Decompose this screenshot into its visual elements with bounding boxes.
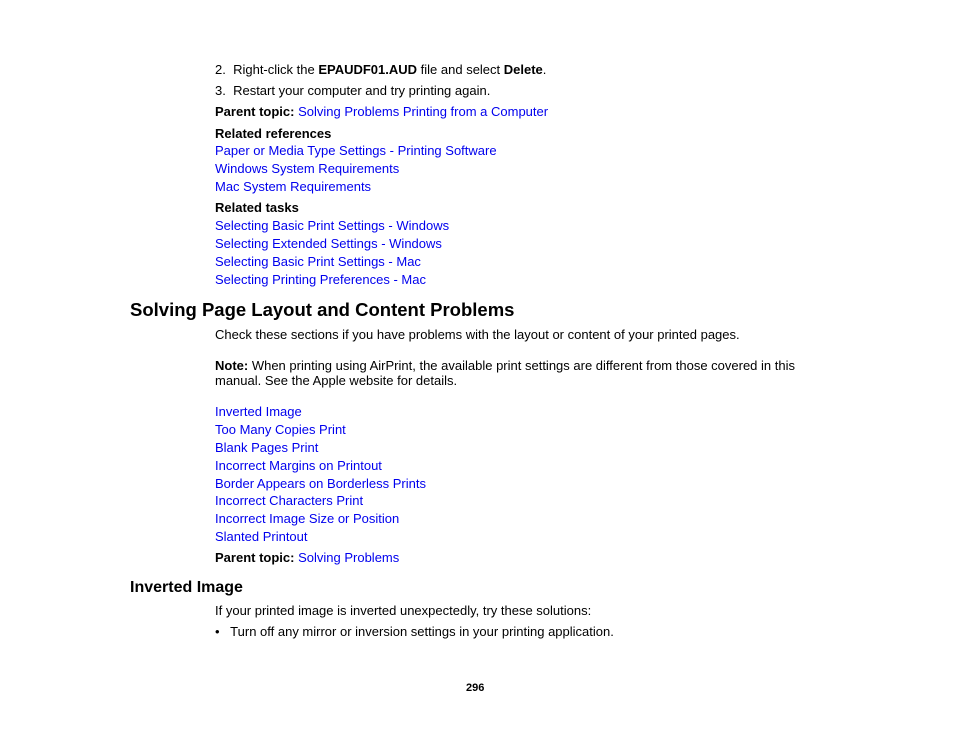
heading-text: Related tasks xyxy=(215,200,299,215)
step-number: 2. xyxy=(215,62,226,77)
related-task-link[interactable]: Selecting Basic Print Settings - Mac xyxy=(215,254,421,270)
subsection-title: Inverted Image xyxy=(130,579,243,596)
related-reference-link[interactable]: Windows System Requirements xyxy=(215,161,399,177)
bullet-icon: • xyxy=(215,624,220,639)
related-task-link[interactable]: Selecting Basic Print Settings - Windows xyxy=(215,218,449,234)
heading-text: Related references xyxy=(215,126,332,141)
note-continued: manual. See the Apple website for detail… xyxy=(215,373,458,388)
section-link-incorrect-image-size[interactable]: Incorrect Image Size or Position xyxy=(215,511,399,527)
bullet-item: • Turn off any mirror or inversion setti… xyxy=(215,624,614,640)
section-link-incorrect-margins[interactable]: Incorrect Margins on Printout xyxy=(215,458,382,474)
parent-topic-2: Parent topic: Solving Problems xyxy=(215,550,399,566)
step-number: 3. xyxy=(215,83,226,98)
related-references-heading: Related references xyxy=(215,126,331,142)
section-link-inverted-image[interactable]: Inverted Image xyxy=(215,404,302,420)
parent-topic-1: Parent topic: Solving Problems Printing … xyxy=(215,104,548,120)
parent-topic-link[interactable]: Solving Problems xyxy=(298,550,399,565)
step-text: Right-click the xyxy=(233,62,319,77)
section-intro: Check these sections if you have problem… xyxy=(215,327,740,342)
related-task-link[interactable]: Selecting Extended Settings - Windows xyxy=(215,236,442,252)
parent-topic-label: Parent topic: xyxy=(215,550,295,565)
step-2: 2. Right-click the EPAUDF01.AUD file and… xyxy=(215,62,546,78)
step-text: file and select xyxy=(417,62,504,77)
parent-topic-label: Parent topic: xyxy=(215,104,295,119)
related-reference-link[interactable]: Paper or Media Type Settings - Printing … xyxy=(215,143,497,159)
related-task-link[interactable]: Selecting Printing Preferences - Mac xyxy=(215,272,426,288)
related-tasks-heading: Related tasks xyxy=(215,200,299,216)
note-label: Note: xyxy=(215,358,249,373)
action-name: Delete xyxy=(503,62,543,77)
bullet-text: Turn off any mirror or inversion setting… xyxy=(230,624,614,639)
section-link-slanted-printout[interactable]: Slanted Printout xyxy=(215,529,308,545)
step-3: 3. Restart your computer and try printin… xyxy=(215,83,490,99)
section-link-incorrect-characters[interactable]: Incorrect Characters Print xyxy=(215,493,363,509)
note: Note: When printing using AirPrint, the … xyxy=(215,358,795,374)
section-link-blank-pages[interactable]: Blank Pages Print xyxy=(215,440,318,456)
related-reference-link[interactable]: Mac System Requirements xyxy=(215,179,371,195)
step-text: Restart your computer and try printing a… xyxy=(233,83,491,98)
subsection-intro: If your printed image is inverted unexpe… xyxy=(215,603,592,618)
page-number: 296 xyxy=(466,682,485,694)
step-text: . xyxy=(542,62,547,77)
note-text: When printing using AirPrint, the availa… xyxy=(248,358,795,373)
section-title: Solving Page Layout and Content Problems xyxy=(130,299,515,320)
section-link-too-many-copies[interactable]: Too Many Copies Print xyxy=(215,422,346,438)
parent-topic-link[interactable]: Solving Problems Printing from a Compute… xyxy=(298,104,548,119)
section-link-border-appears[interactable]: Border Appears on Borderless Prints xyxy=(215,476,426,492)
file-name: EPAUDF01.AUD xyxy=(318,62,418,77)
